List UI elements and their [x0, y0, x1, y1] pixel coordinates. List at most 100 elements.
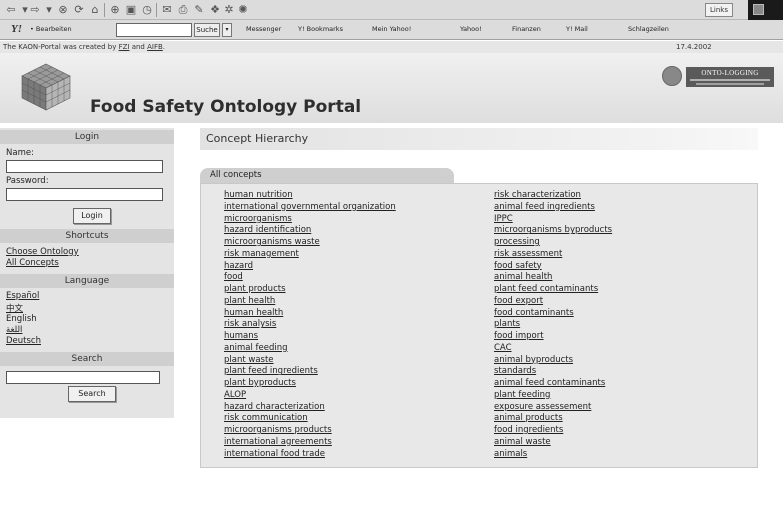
concept-link[interactable]: risk assessment — [494, 249, 562, 259]
edit-icon[interactable]: ✎ — [192, 3, 206, 17]
yahoo-logo[interactable]: Y! — [11, 23, 22, 35]
concept-link[interactable]: food export — [494, 296, 543, 306]
search-button[interactable]: Search — [68, 386, 116, 402]
page: The KAON-Portal was created by FZI and A… — [0, 41, 783, 508]
yahoo-bar-item-yahoo[interactable]: Yahoo! — [460, 25, 482, 33]
login-button[interactable]: Login — [73, 208, 111, 224]
edit-toolbar-button[interactable]: • Bearbeiten — [30, 25, 72, 33]
shortcut-all-concepts[interactable]: All Concepts — [6, 258, 59, 268]
concept-link[interactable]: hazard — [224, 261, 253, 271]
concept-link[interactable]: microorganisms byproducts — [494, 225, 612, 235]
concept-link[interactable]: animal feed ingredients — [494, 202, 595, 212]
concept-link[interactable]: food contaminants — [494, 308, 574, 318]
concept-link[interactable]: humans — [224, 331, 258, 341]
credit-and: and — [129, 43, 148, 51]
concept-link[interactable]: plant feed contaminants — [494, 284, 598, 294]
back-icon[interactable]: ⇦ — [4, 3, 18, 17]
all-concepts-tab[interactable]: All concepts — [200, 168, 454, 183]
concept-link[interactable]: food ingredients — [494, 425, 563, 435]
concept-link[interactable]: food import — [494, 331, 544, 341]
search-icon[interactable]: ⊕ — [108, 3, 122, 17]
password-label: Password: — [6, 176, 49, 186]
name-label: Name: — [6, 148, 34, 158]
concept-link[interactable]: food safety — [494, 261, 542, 271]
concept-link[interactable]: plant feed ingredients — [224, 366, 318, 376]
page-date: 17.4.2002 — [676, 43, 712, 51]
concept-link[interactable]: risk communication — [224, 413, 308, 423]
links-button[interactable]: Links — [705, 3, 733, 17]
search-input[interactable] — [6, 371, 160, 384]
fzi-link[interactable]: FZI — [119, 43, 130, 51]
concept-link[interactable]: animal feed contaminants — [494, 378, 605, 388]
concept-link[interactable]: risk analysis — [224, 319, 276, 329]
forward-dropdown-icon[interactable]: ▾ — [42, 3, 56, 17]
concept-link[interactable]: animal health — [494, 272, 552, 282]
badge-text: ONTO-LOGGING — [701, 69, 759, 77]
credit-prefix: The KAON-Portal was created by — [3, 43, 119, 51]
concept-link[interactable]: CAC — [494, 343, 512, 353]
concept-link[interactable]: microorganisms waste — [224, 237, 320, 247]
home-icon[interactable]: ⌂ — [88, 3, 102, 17]
concepts-panel: human nutrition international governmenta… — [200, 183, 758, 468]
password-field[interactable] — [6, 188, 163, 201]
yahoo-bar-item-schlagzeilen[interactable]: Schlagzeilen — [628, 25, 669, 33]
media-icon[interactable]: ✺ — [236, 3, 250, 17]
yahoo-bar-item-bookmarks[interactable]: Y! Bookmarks — [298, 25, 343, 33]
concept-link[interactable]: plant waste — [224, 355, 274, 365]
concept-link[interactable]: microorganisms — [224, 214, 292, 224]
concept-link[interactable]: processing — [494, 237, 540, 247]
section-title: Concept Hierarchy — [206, 132, 309, 145]
language-heading: Language — [0, 274, 174, 288]
onto-logging-badge[interactable]: ONTO-LOGGING — [662, 66, 774, 90]
suche-button[interactable]: Suche — [194, 23, 220, 37]
language-spanish[interactable]: Español — [6, 291, 39, 301]
yahoo-companion-bar: Y! • Bearbeiten Suche ▾ Messenger Y! Boo… — [0, 20, 783, 40]
aifb-link[interactable]: AIFB — [147, 43, 163, 51]
concept-link[interactable]: plant byproducts — [224, 378, 296, 388]
forward-icon[interactable]: ⇨ — [28, 3, 42, 17]
concept-link[interactable]: animal feeding — [224, 343, 288, 353]
concept-link[interactable]: IPPC — [494, 214, 513, 224]
concept-link[interactable]: human health — [224, 308, 283, 318]
concept-link[interactable]: animal waste — [494, 437, 551, 447]
concept-link[interactable]: risk characterization — [494, 190, 581, 200]
discuss-icon[interactable]: ❖ — [208, 3, 222, 17]
name-field[interactable] — [6, 160, 163, 173]
language-chinese[interactable]: 中文 — [6, 302, 23, 314]
concept-link[interactable]: international governmental organization — [224, 202, 396, 212]
suche-dropdown-icon[interactable]: ▾ — [222, 23, 232, 37]
concept-link[interactable]: hazard identification — [224, 225, 311, 235]
concept-link[interactable]: plant feeding — [494, 390, 550, 400]
language-deutsch[interactable]: Deutsch — [6, 336, 41, 346]
concept-link[interactable]: plants — [494, 319, 520, 329]
concept-link[interactable]: animal byproducts — [494, 355, 573, 365]
concept-link[interactable]: microorganisms products — [224, 425, 332, 435]
yahoo-bar-item-messenger[interactable]: Messenger — [246, 25, 281, 33]
concept-link[interactable]: animal products — [494, 413, 563, 423]
concept-link[interactable]: hazard characterization — [224, 402, 325, 412]
yahoo-bar-item-mail[interactable]: Y! Mail — [566, 25, 588, 33]
shortcut-choose-ontology[interactable]: Choose Ontology — [6, 247, 79, 257]
favorites-icon[interactable]: ▣ — [124, 3, 138, 17]
concept-link[interactable]: animals — [494, 449, 527, 459]
yahoo-search-input[interactable] — [116, 23, 192, 37]
print-icon[interactable]: ⎙ — [176, 3, 190, 17]
concept-link[interactable]: plant health — [224, 296, 275, 306]
concept-link[interactable]: exposure assessement — [494, 402, 591, 412]
messenger-icon[interactable]: ✲ — [222, 3, 236, 17]
yahoo-bar-item-mein-yahoo[interactable]: Mein Yahoo! — [372, 25, 411, 33]
stop-icon[interactable]: ⊗ — [56, 3, 70, 17]
concept-link[interactable]: plant products — [224, 284, 286, 294]
concept-link[interactable]: human nutrition — [224, 190, 293, 200]
history-icon[interactable]: ◷ — [140, 3, 154, 17]
language-arabic[interactable]: اللغة — [6, 325, 22, 335]
concept-link[interactable]: international agreements — [224, 437, 332, 447]
yahoo-bar-item-finanzen[interactable]: Finanzen — [512, 25, 541, 33]
concept-link[interactable]: international food trade — [224, 449, 325, 459]
concept-link[interactable]: ALOP — [224, 390, 246, 400]
concept-link[interactable]: risk management — [224, 249, 299, 259]
refresh-icon[interactable]: ⟳ — [72, 3, 86, 17]
mail-icon[interactable]: ✉ — [160, 3, 174, 17]
concept-link[interactable]: food — [224, 272, 243, 282]
concept-link[interactable]: standards — [494, 366, 536, 376]
